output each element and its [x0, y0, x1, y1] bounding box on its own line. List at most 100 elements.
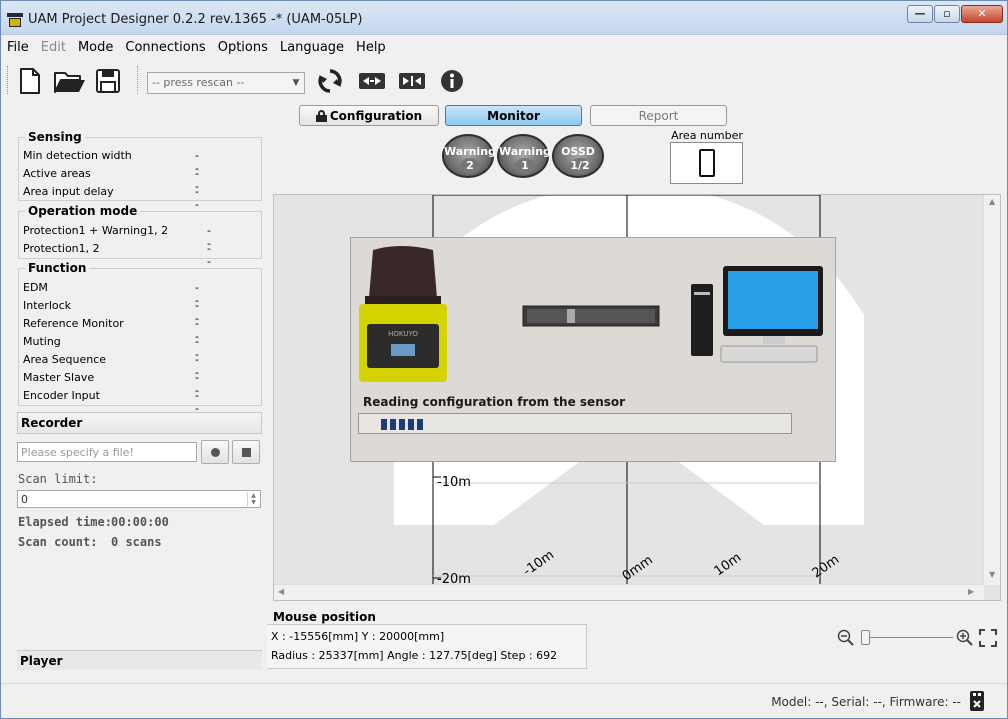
function-row: Interlock -- [23, 299, 199, 325]
operation-mode-title: Operation mode [25, 204, 141, 218]
indicator-label: Warning [499, 145, 551, 158]
recorder-file-input[interactable]: Please specify a file! [17, 442, 197, 462]
area-number-display: 0 [670, 142, 743, 184]
disconnect-icon[interactable] [397, 67, 427, 95]
operation-mode-group: Operation mode Protection1 + Warning1, 2… [18, 204, 262, 268]
tab-monitor-label: Monitor [487, 109, 540, 123]
zoom-slider[interactable] [861, 637, 953, 638]
new-file-icon[interactable] [17, 67, 43, 95]
mouse-position-title: Mouse position [273, 610, 376, 624]
stop-icon [242, 448, 251, 457]
device-status: Model: --, Serial: --, Firmware: -- [771, 695, 961, 709]
function-row: Reference Monitor -- [23, 317, 199, 343]
dialog-message: Reading configuration from the sensor [363, 395, 626, 409]
maximize-button[interactable]: ▫ [934, 5, 960, 23]
scroll-up-icon[interactable]: ▲ [989, 197, 995, 206]
sensing-row-value: -- [195, 185, 199, 211]
operation-mode-row-label: Protection1, 2 [23, 242, 100, 255]
reading-config-dialog: HOKUYO Reading configuration from the se… [350, 237, 836, 462]
scan-limit-label: Scan limit: [18, 472, 98, 486]
plot-label: -10m [437, 475, 471, 490]
tab-configuration[interactable]: Configuration [299, 105, 439, 126]
recorder-header: Recorder [17, 412, 262, 434]
function-group: Function EDM -- Interlock -- Reference Mon… [18, 261, 262, 415]
menu-options[interactable]: Options [212, 36, 274, 59]
function-row-label: Master Slave [23, 371, 95, 384]
scan-limit-spinner[interactable]: 0 ▲ ▼ [17, 490, 261, 508]
info-icon[interactable] [439, 67, 465, 95]
rescan-icon[interactable] [317, 67, 343, 95]
operation-mode-row-label: Protection1 + Warning1, 2 [23, 224, 169, 237]
status-bar: Model: --, Serial: --, Firmware: -- [1, 683, 1007, 718]
elapsed-time-label: Elapsed time: [18, 515, 112, 529]
fit-to-screen-icon[interactable] [979, 629, 997, 647]
usb-disconnected-icon [970, 691, 984, 711]
transfer-bar-icon [522, 305, 660, 327]
progress-segment [417, 419, 423, 430]
zoom-in-icon[interactable] [956, 629, 974, 647]
sensing-row: Active areas -- [23, 167, 199, 193]
function-row-label: Area Sequence [23, 353, 107, 366]
menu-mode[interactable]: Mode [72, 36, 119, 59]
connect-icon[interactable] [357, 67, 387, 95]
horizontal-scrollbar[interactable]: ◀ ▶ [274, 584, 984, 600]
progress-segment [390, 419, 396, 430]
scroll-right-icon[interactable]: ▶ [968, 587, 974, 596]
progress-segment [381, 419, 387, 430]
app-logo-icon [7, 13, 23, 27]
progress-segment [408, 419, 414, 430]
operation-mode-row-value: -- [207, 242, 211, 268]
open-folder-icon[interactable] [53, 67, 87, 95]
toolbar: -- press rescan -- ▼ [1, 60, 1007, 100]
minimize-icon: — [914, 7, 926, 20]
record-icon [211, 448, 220, 457]
port-combo[interactable]: -- press rescan -- ▼ [147, 72, 305, 94]
scroll-left-icon[interactable]: ◀ [278, 587, 284, 596]
reading-progress-bar [358, 413, 792, 434]
zoom-out-icon[interactable] [837, 629, 855, 647]
menu-language[interactable]: Language [274, 36, 350, 59]
menu-file[interactable]: File [1, 36, 35, 59]
lock-icon [315, 110, 327, 122]
scan-count-value: 0 scans [111, 535, 162, 549]
operation-mode-row: Protection1, 2 -- [23, 242, 211, 268]
function-row-label: EDM [23, 281, 48, 294]
scan-count-label: Scan count: [18, 535, 98, 549]
scroll-down-icon[interactable]: ▼ [989, 570, 995, 579]
indicator-label: Warning [444, 145, 496, 158]
close-icon: ✕ [977, 7, 987, 20]
sensor-icon: HOKUYO [359, 246, 447, 382]
indicator-label: OSSD [561, 145, 595, 158]
indicator-value: 1/2 [570, 158, 590, 174]
operation-mode-row: Protection1 + Warning1, 2 -- [23, 224, 211, 250]
record-button[interactable] [201, 440, 229, 464]
elapsed-time-value: 00:00:00 [111, 515, 169, 529]
function-row: Area Sequence -- [23, 353, 199, 379]
menu-edit[interactable]: Edit [35, 36, 72, 59]
tab-report[interactable]: Report [590, 105, 727, 126]
menu-help[interactable]: Help [350, 36, 392, 59]
function-row-label: Reference Monitor [23, 317, 124, 330]
player-header[interactable]: Player [17, 650, 262, 670]
tab-monitor[interactable]: Monitor [445, 105, 582, 126]
sensing-row-label: Active areas [23, 167, 91, 180]
stop-button[interactable] [232, 440, 260, 464]
zoom-slider-thumb[interactable] [861, 630, 870, 645]
save-icon[interactable] [95, 67, 121, 95]
area-number-label: Area number [671, 129, 743, 142]
vertical-scrollbar[interactable]: ▲ ▼ [983, 195, 1000, 585]
minimize-button[interactable]: — [907, 5, 933, 23]
close-button[interactable]: ✕ [961, 5, 1003, 23]
function-row: Encoder Input -- [23, 389, 199, 415]
chevron-down-icon: ▼ [292, 78, 300, 88]
indicator-value: 2 [460, 158, 480, 174]
spinner-arrows-icon[interactable]: ▲ ▼ [247, 492, 259, 506]
function-row-label: Muting [23, 335, 61, 348]
sensing-title: Sensing [25, 130, 85, 144]
menu-connections[interactable]: Connections [119, 36, 211, 59]
sensing-row-label: Min detection width [23, 149, 132, 162]
sensor-brand: HOKUYO [388, 330, 418, 338]
warning1-indicator: Warning 1 [497, 134, 551, 178]
function-row-label: Interlock [23, 299, 72, 312]
warning2-indicator: Warning 2 [442, 134, 496, 178]
